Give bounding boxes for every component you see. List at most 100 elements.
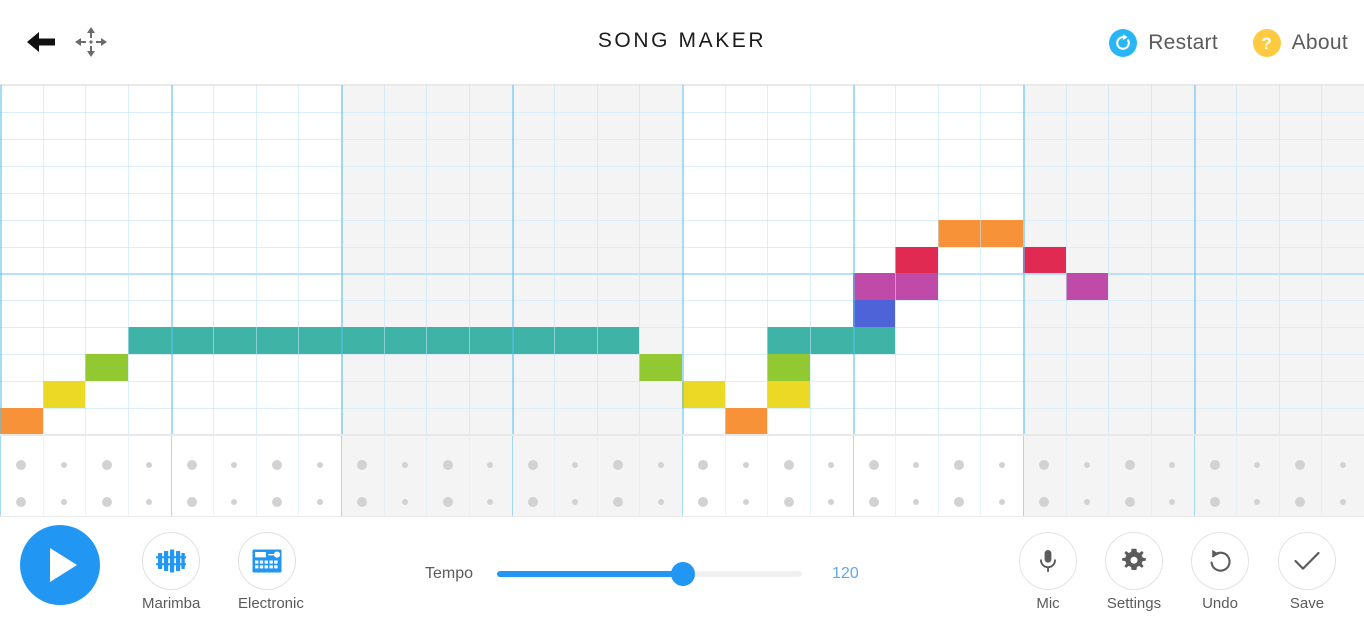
note-cell[interactable] (85, 354, 128, 382)
grid-column-line (639, 85, 640, 434)
percussion-cell-row2[interactable] (1295, 497, 1306, 507)
percussion-cell-row1[interactable] (272, 460, 283, 470)
percussion-cell-row2[interactable] (954, 497, 965, 507)
tempo-slider-fill (497, 571, 684, 577)
note-cell[interactable] (767, 354, 810, 382)
percussion-cell-row1[interactable] (316, 462, 323, 468)
percussion-cell-row1[interactable] (828, 462, 835, 468)
percussion-cell-row2[interactable] (783, 497, 794, 507)
percussion-cell-row2[interactable] (828, 499, 835, 505)
note-cell[interactable] (42, 381, 86, 409)
note-cell[interactable] (767, 381, 810, 409)
percussion-cell-row1[interactable] (186, 460, 197, 470)
percussion-beat-line (341, 436, 343, 516)
note-cell[interactable] (1065, 273, 1109, 301)
percussion-cell-row2[interactable] (60, 499, 67, 505)
instrument-electronic-button[interactable]: Electronic (238, 532, 304, 612)
percussion-cell-row2[interactable] (868, 497, 879, 507)
percussion-cell-row1[interactable] (401, 462, 408, 468)
percussion-cell-row2[interactable] (1339, 499, 1346, 505)
percussion-cell-row1[interactable] (442, 460, 453, 470)
note-cell[interactable] (511, 327, 555, 355)
percussion-cell-row1[interactable] (1209, 460, 1220, 470)
note-cell[interactable] (767, 327, 810, 355)
note-cell[interactable] (639, 354, 682, 382)
note-cell[interactable] (596, 327, 640, 355)
percussion-cell-row2[interactable] (231, 499, 238, 505)
percussion-cell-row1[interactable] (146, 462, 153, 468)
note-grid[interactable] (0, 84, 1364, 434)
percussion-cell-row2[interactable] (1124, 497, 1135, 507)
save-button[interactable]: Save (1278, 532, 1336, 612)
note-cell[interactable] (1023, 246, 1066, 274)
tempo-slider-thumb[interactable] (671, 562, 696, 586)
restart-button[interactable]: Restart (1109, 27, 1218, 59)
grid-beat-line (1194, 85, 1196, 434)
note-cell[interactable] (383, 327, 427, 355)
percussion-cell-row1[interactable] (783, 460, 794, 470)
percussion-cell-row1[interactable] (742, 462, 749, 468)
note-cell[interactable] (895, 246, 938, 274)
note-cell[interactable] (0, 408, 43, 434)
percussion-cell-row2[interactable] (272, 497, 283, 507)
percussion-cell-row1[interactable] (60, 462, 67, 468)
percussion-cell-row1[interactable] (16, 460, 27, 470)
percussion-cell-row2[interactable] (316, 499, 323, 505)
percussion-cell-row2[interactable] (1209, 497, 1220, 507)
percussion-cell-row1[interactable] (101, 460, 112, 470)
note-cell[interactable] (426, 327, 469, 355)
percussion-cell-row1[interactable] (231, 462, 238, 468)
percussion-cell-row1[interactable] (998, 462, 1005, 468)
percussion-cell-row2[interactable] (442, 497, 453, 507)
note-cell[interactable] (341, 327, 384, 355)
percussion-cell-row1[interactable] (527, 460, 538, 470)
note-cell[interactable] (852, 327, 896, 355)
percussion-grid[interactable] (0, 434, 1364, 516)
settings-button[interactable]: Settings (1105, 532, 1163, 612)
note-cell[interactable] (937, 219, 981, 247)
percussion-cell-row2[interactable] (527, 497, 538, 507)
about-button[interactable]: ? About (1252, 27, 1348, 59)
note-cell[interactable] (170, 327, 214, 355)
percussion-cell-row1[interactable] (1083, 462, 1090, 468)
note-cell[interactable] (255, 327, 299, 355)
note-cell[interactable] (980, 219, 1023, 247)
percussion-cell-row2[interactable] (698, 497, 709, 507)
percussion-cell-row2[interactable] (101, 497, 112, 507)
note-cell[interactable] (213, 327, 256, 355)
note-cell[interactable] (809, 327, 853, 355)
percussion-cell-row2[interactable] (401, 499, 408, 505)
note-cell[interactable] (127, 327, 171, 355)
percussion-cell-row1[interactable] (1124, 460, 1135, 470)
percussion-cell-row2[interactable] (742, 499, 749, 505)
percussion-cell-row1[interactable] (657, 462, 664, 468)
percussion-cell-row1[interactable] (868, 460, 879, 470)
percussion-cell-row2[interactable] (146, 499, 153, 505)
note-cell[interactable] (852, 273, 896, 301)
tempo-slider[interactable] (497, 562, 803, 586)
percussion-cell-row2[interactable] (998, 499, 1005, 505)
percussion-cell-row1[interactable] (913, 462, 920, 468)
note-cell[interactable] (682, 381, 725, 409)
instrument-marimba-button[interactable]: Marimba (142, 532, 200, 612)
percussion-cell-row1[interactable] (1339, 462, 1346, 468)
percussion-cell-row2[interactable] (1083, 499, 1090, 505)
percussion-cell-row1[interactable] (698, 460, 709, 470)
note-cell[interactable] (852, 300, 896, 328)
percussion-cell-row1[interactable] (954, 460, 965, 470)
undo-button[interactable]: Undo (1191, 532, 1249, 612)
note-cell[interactable] (724, 408, 768, 434)
mic-button[interactable]: Mic (1019, 532, 1077, 612)
percussion-cell-row2[interactable] (913, 499, 920, 505)
percussion-cell-row2[interactable] (613, 497, 624, 507)
note-cell[interactable] (298, 327, 341, 355)
percussion-cell-row2[interactable] (16, 497, 27, 507)
percussion-cell-row2[interactable] (657, 499, 664, 505)
note-cell[interactable] (895, 273, 938, 301)
percussion-cell-row1[interactable] (613, 460, 624, 470)
percussion-cell-row1[interactable] (1295, 460, 1306, 470)
play-button[interactable] (20, 525, 100, 605)
percussion-cell-row2[interactable] (186, 497, 197, 507)
note-cell[interactable] (468, 327, 512, 355)
note-cell[interactable] (554, 327, 597, 355)
